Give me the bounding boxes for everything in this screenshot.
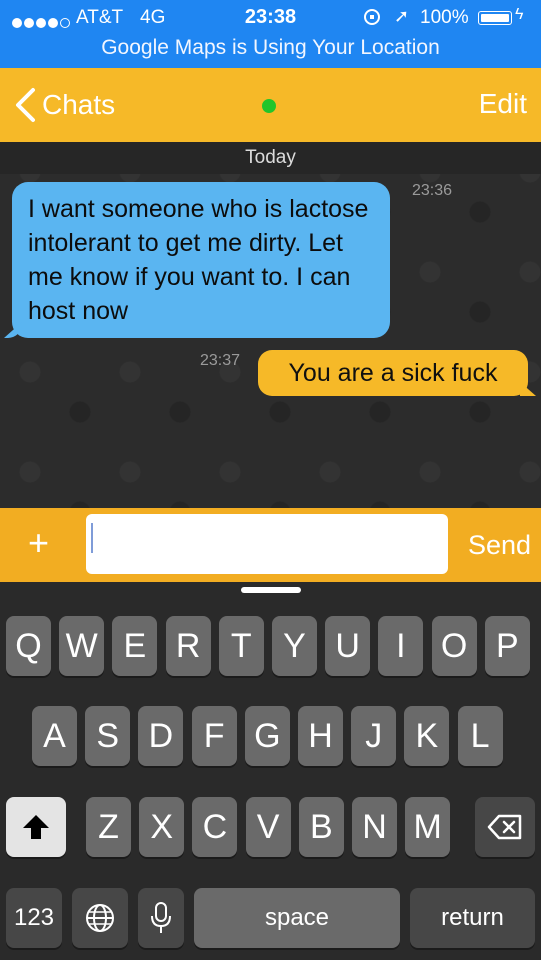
key-x[interactable]: X xyxy=(139,797,185,857)
key-z[interactable]: Z xyxy=(86,797,131,857)
key-m[interactable]: M xyxy=(405,797,451,857)
message-input[interactable] xyxy=(86,514,448,574)
key-o[interactable]: O xyxy=(431,616,477,676)
message-composer: + Send xyxy=(0,508,541,582)
back-button[interactable]: Chats xyxy=(14,86,115,124)
microphone-icon xyxy=(151,902,171,933)
date-separator: Today xyxy=(0,142,541,174)
nav-bar: Chats Edit xyxy=(0,68,541,142)
chat-thread[interactable]: Today I want someone who is lactose into… xyxy=(0,142,541,508)
key-s[interactable]: S xyxy=(85,706,131,766)
message-timestamp: 23:37 xyxy=(200,352,241,369)
return-key[interactable]: return xyxy=(410,888,535,948)
key-w[interactable]: W xyxy=(59,616,105,676)
globe-icon xyxy=(86,904,114,932)
shift-key[interactable] xyxy=(6,797,66,857)
status-row: AT&T 4G 23:38 ➚ 100% ϟ xyxy=(0,0,541,36)
key-r[interactable]: R xyxy=(165,616,211,676)
key-t[interactable]: T xyxy=(218,616,264,676)
battery-fill xyxy=(481,14,509,22)
key-v[interactable]: V xyxy=(245,797,291,857)
shift-arrow-icon xyxy=(23,815,49,839)
charging-icon: ϟ xyxy=(515,6,524,23)
key-e[interactable]: E xyxy=(112,616,158,676)
incoming-message-bubble[interactable]: I want someone who is lactose intolerant… xyxy=(12,182,390,338)
keyboard: Q W E R T Y U I O P A S D F G H J K L Z X C V B N M 123 space return xyxy=(0,582,541,960)
numbers-key[interactable]: 123 xyxy=(6,888,62,948)
backspace-icon xyxy=(487,814,522,840)
edit-button[interactable]: Edit xyxy=(479,88,527,120)
key-p[interactable]: P xyxy=(484,616,530,676)
key-y[interactable]: Y xyxy=(272,616,317,676)
battery-percent: 100% xyxy=(420,7,469,28)
online-status-indicator xyxy=(260,97,278,115)
key-b[interactable]: B xyxy=(298,797,344,857)
chevron-left-icon xyxy=(16,88,35,122)
dictation-key[interactable] xyxy=(138,888,184,948)
key-k[interactable]: K xyxy=(404,706,450,766)
key-q[interactable]: Q xyxy=(6,616,51,676)
add-attachment-button[interactable]: + xyxy=(28,522,49,564)
key-d[interactable]: D xyxy=(138,706,184,766)
send-button[interactable]: Send xyxy=(468,530,531,561)
key-h[interactable]: H xyxy=(298,706,343,766)
backspace-key[interactable] xyxy=(475,797,535,857)
key-c[interactable]: C xyxy=(192,797,238,857)
status-bar: AT&T 4G 23:38 ➚ 100% ϟ Google Maps is Us… xyxy=(0,0,541,68)
location-banner[interactable]: Google Maps is Using Your Location xyxy=(0,36,541,60)
back-label: Chats xyxy=(42,89,116,120)
globe-key[interactable] xyxy=(72,888,128,948)
keyboard-grabber[interactable] xyxy=(241,587,301,593)
outgoing-message-bubble[interactable]: You are a sick fuck xyxy=(258,350,528,396)
key-j[interactable]: J xyxy=(351,706,397,766)
text-cursor xyxy=(91,523,93,553)
orientation-lock-icon xyxy=(364,9,380,25)
key-f[interactable]: F xyxy=(191,706,237,766)
key-l[interactable]: L xyxy=(457,706,503,766)
battery-icon xyxy=(478,11,512,25)
message-timestamp: 23:36 xyxy=(412,182,453,199)
key-n[interactable]: N xyxy=(352,797,397,857)
key-i[interactable]: I xyxy=(378,616,424,676)
key-u[interactable]: U xyxy=(325,616,371,676)
key-a[interactable]: A xyxy=(32,706,77,766)
key-g[interactable]: G xyxy=(244,706,290,766)
space-key[interactable]: space xyxy=(194,888,400,948)
location-arrow-icon: ➚ xyxy=(394,6,410,26)
